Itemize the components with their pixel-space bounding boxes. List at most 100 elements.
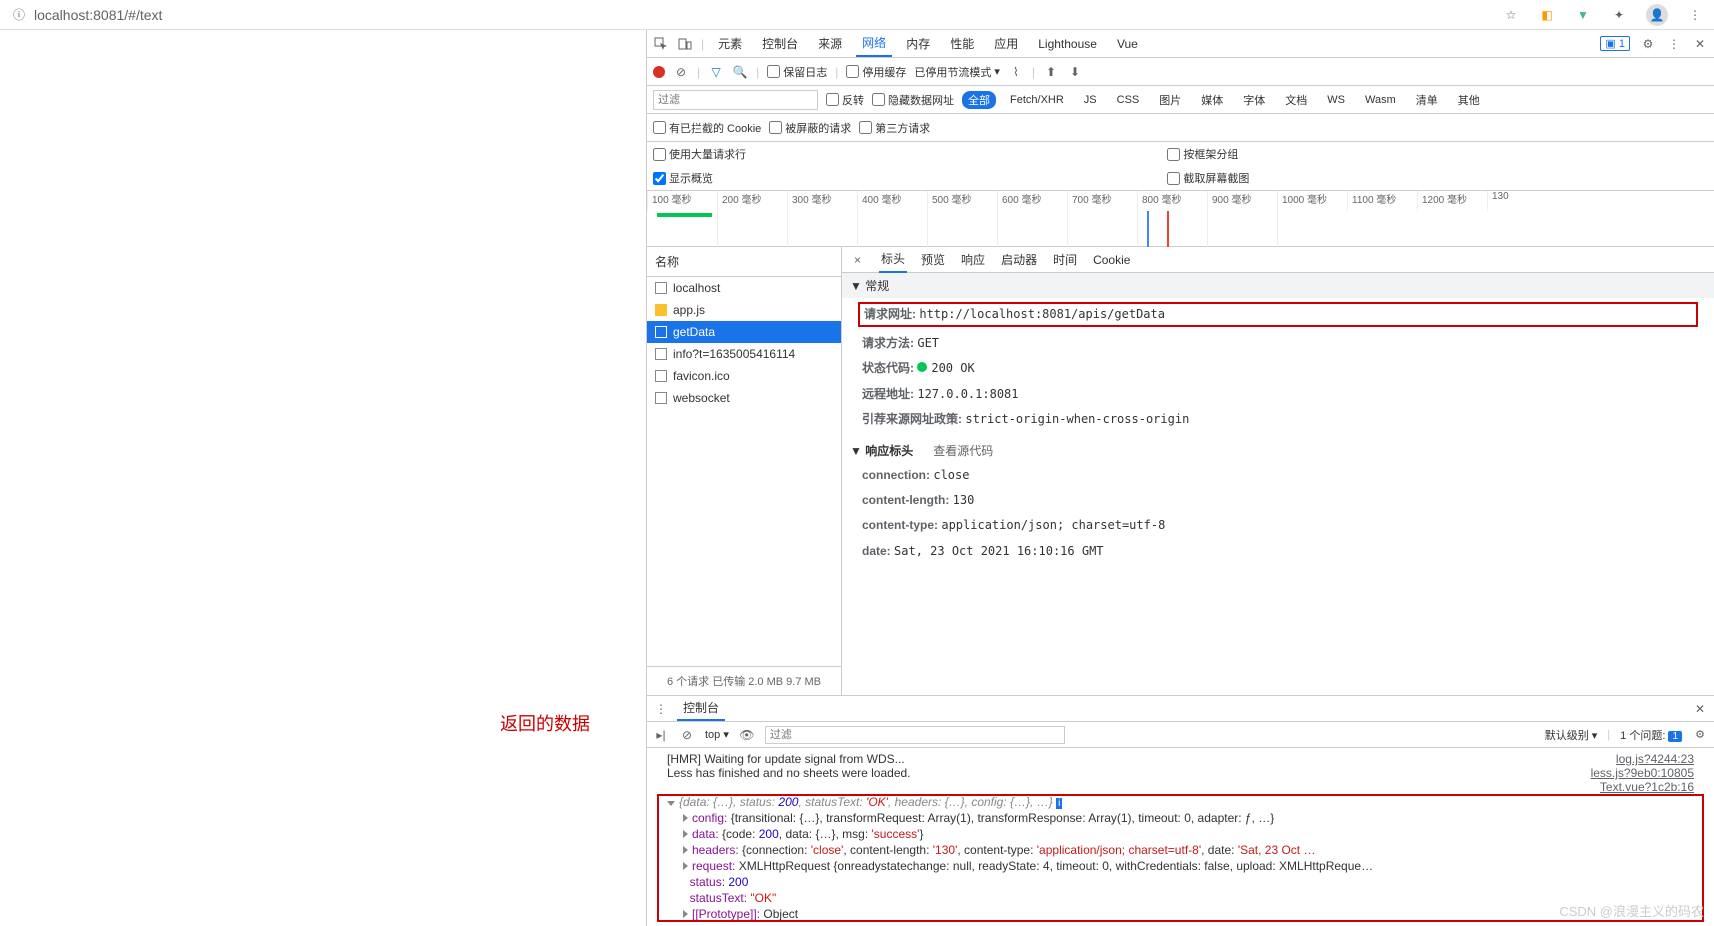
- settings-icon[interactable]: ⚙: [1640, 36, 1656, 52]
- request-method-row: 请求方法: GET: [842, 331, 1714, 356]
- obj-prop[interactable]: config: {transitional: {…}, transformReq…: [683, 810, 1694, 826]
- hide-data-checkbox[interactable]: 隐藏数据网址: [872, 92, 954, 108]
- menu-icon[interactable]: ⋮: [1686, 6, 1704, 24]
- star-icon[interactable]: ☆: [1502, 6, 1520, 24]
- type-doc[interactable]: 文档: [1279, 91, 1313, 109]
- type-other[interactable]: 其他: [1452, 91, 1486, 109]
- dtab-headers[interactable]: 标头: [879, 247, 907, 273]
- type-wasm[interactable]: Wasm: [1359, 93, 1402, 107]
- download-icon[interactable]: ⬇: [1067, 64, 1083, 80]
- obj-prop[interactable]: request: XMLHttpRequest {onreadystatecha…: [683, 858, 1694, 874]
- console-filter-input[interactable]: [765, 726, 1065, 744]
- close-detail-button[interactable]: ×: [848, 253, 867, 267]
- upload-icon[interactable]: ⬆: [1043, 64, 1059, 80]
- console-sidebar-icon[interactable]: ▸|: [653, 727, 669, 743]
- dtab-cookies[interactable]: Cookie: [1091, 249, 1132, 271]
- console-settings-icon[interactable]: ⚙: [1692, 727, 1708, 743]
- response-headers-section: ▼ 响应标头查看源代码: [842, 432, 1714, 463]
- extensions-icon[interactable]: ✦: [1610, 6, 1628, 24]
- type-font[interactable]: 字体: [1237, 91, 1271, 109]
- dtab-timing[interactable]: 时间: [1051, 247, 1079, 272]
- type-media[interactable]: 媒体: [1195, 91, 1229, 109]
- obj-prop[interactable]: data: {code: 200, data: {…}, msg: 'succe…: [683, 826, 1694, 842]
- header-content-length: content-length: 130: [842, 488, 1714, 513]
- filter-icon[interactable]: ▽: [708, 64, 724, 80]
- show-overview-checkbox[interactable]: 显示概览: [653, 170, 1159, 186]
- tab-lighthouse[interactable]: Lighthouse: [1032, 33, 1103, 55]
- blocked-req-checkbox[interactable]: 被屏蔽的请求: [769, 120, 851, 136]
- big-rows-checkbox[interactable]: 使用大量请求行: [653, 146, 1159, 162]
- log-level-select[interactable]: 默认级别 ▾: [1545, 727, 1598, 743]
- messages-badge[interactable]: ▣ 1: [1600, 36, 1630, 51]
- tab-memory[interactable]: 内存: [900, 31, 936, 56]
- clear-icon[interactable]: ⊘: [673, 64, 689, 80]
- obj-prop[interactable]: headers: {connection: 'close', content-l…: [683, 842, 1694, 858]
- header-connection: connection: close: [842, 463, 1714, 488]
- group-frame-checkbox[interactable]: 按框架分组: [1167, 146, 1673, 162]
- type-ws[interactable]: WS: [1321, 93, 1351, 107]
- header-content-type: content-type: application/json; charset=…: [842, 513, 1714, 538]
- request-item-selected[interactable]: getData: [647, 321, 841, 343]
- page-content: 返回的数据: [0, 30, 646, 926]
- request-item[interactable]: websocket: [647, 387, 841, 409]
- wf-tick: 500 毫秒: [927, 191, 997, 211]
- tab-vue[interactable]: Vue: [1111, 33, 1144, 55]
- throttle-select[interactable]: 已停用节流模式 ▾: [914, 64, 1000, 80]
- type-js[interactable]: JS: [1078, 93, 1103, 107]
- source-link[interactable]: less.js?9eb0:10805: [1591, 766, 1694, 780]
- profile-icon[interactable]: 👤: [1646, 4, 1668, 26]
- waterfall-overview[interactable]: 100 毫秒 200 毫秒 300 毫秒 400 毫秒 500 毫秒 600 毫…: [647, 191, 1714, 247]
- type-fetch[interactable]: Fetch/XHR: [1004, 93, 1070, 107]
- view-source-link[interactable]: 查看源代码: [933, 444, 993, 458]
- obj-prop[interactable]: [[Prototype]]: Object: [683, 906, 1694, 922]
- type-img[interactable]: 图片: [1153, 91, 1187, 109]
- tab-performance[interactable]: 性能: [944, 31, 980, 56]
- drawer-close-icon[interactable]: ✕: [1692, 701, 1708, 717]
- tab-application[interactable]: 应用: [988, 31, 1024, 56]
- console-clear-icon[interactable]: ⊘: [679, 727, 695, 743]
- preserve-log-checkbox[interactable]: 保留日志: [767, 64, 827, 80]
- tab-sources[interactable]: 来源: [812, 31, 848, 56]
- dtab-preview[interactable]: 预览: [919, 247, 947, 272]
- tab-elements[interactable]: 元素: [712, 31, 748, 56]
- console-tab[interactable]: 控制台: [677, 696, 725, 721]
- disable-cache-checkbox[interactable]: 停用缓存: [846, 64, 906, 80]
- type-all[interactable]: 全部: [962, 91, 996, 109]
- type-manifest[interactable]: 清单: [1410, 91, 1444, 109]
- filter-input[interactable]: [653, 90, 818, 110]
- tab-console[interactable]: 控制台: [756, 31, 804, 56]
- wf-tick: 200 毫秒: [717, 191, 787, 211]
- third-party-checkbox[interactable]: 第三方请求: [859, 120, 930, 136]
- request-item[interactable]: info?t=1635005416114: [647, 343, 841, 365]
- tab-network[interactable]: 网络: [856, 30, 892, 57]
- info-icon: ⓘ: [10, 6, 28, 24]
- request-item[interactable]: localhost: [647, 277, 841, 299]
- request-item[interactable]: favicon.ico: [647, 365, 841, 387]
- dtab-response[interactable]: 响应: [959, 247, 987, 272]
- source-link[interactable]: log.js?4244:23: [1616, 752, 1694, 766]
- device-icon[interactable]: [677, 36, 693, 52]
- request-list-header: 名称: [647, 247, 841, 277]
- invert-checkbox[interactable]: 反转: [826, 92, 864, 108]
- screenshot-checkbox[interactable]: 截取屏幕截图: [1167, 170, 1673, 186]
- wifi-icon[interactable]: ⌇: [1008, 64, 1024, 80]
- search-icon[interactable]: 🔍: [732, 64, 748, 80]
- record-button[interactable]: [653, 66, 665, 78]
- drawer-menu-icon[interactable]: ⋮: [653, 701, 669, 717]
- inspect-icon[interactable]: [653, 36, 669, 52]
- live-expr-icon[interactable]: 👁: [739, 727, 755, 743]
- source-link[interactable]: Text.vue?1c2b:16: [1600, 780, 1694, 794]
- ext-icon-1[interactable]: ◧: [1538, 6, 1556, 24]
- more-icon[interactable]: ⋮: [1666, 36, 1682, 52]
- type-css[interactable]: CSS: [1111, 93, 1146, 107]
- issues-count[interactable]: 1 个问题: 1: [1620, 727, 1682, 743]
- close-icon[interactable]: ✕: [1692, 36, 1708, 52]
- request-item[interactable]: app.js: [647, 299, 841, 321]
- browser-address-bar: ⓘ localhost:8081/#/text ☆ ◧ ▼ ✦ 👤 ⋮: [0, 0, 1714, 30]
- dtab-initiator[interactable]: 启动器: [999, 247, 1039, 272]
- blocked-cookie-checkbox[interactable]: 有已拦截的 Cookie: [653, 120, 761, 136]
- context-select[interactable]: top ▾: [705, 728, 729, 741]
- wf-tick: 1100 毫秒: [1347, 191, 1417, 211]
- settings-row: 使用大量请求行 按框架分组 显示概览 截取屏幕截图: [647, 142, 1714, 191]
- vue-devtools-icon[interactable]: ▼: [1574, 6, 1592, 24]
